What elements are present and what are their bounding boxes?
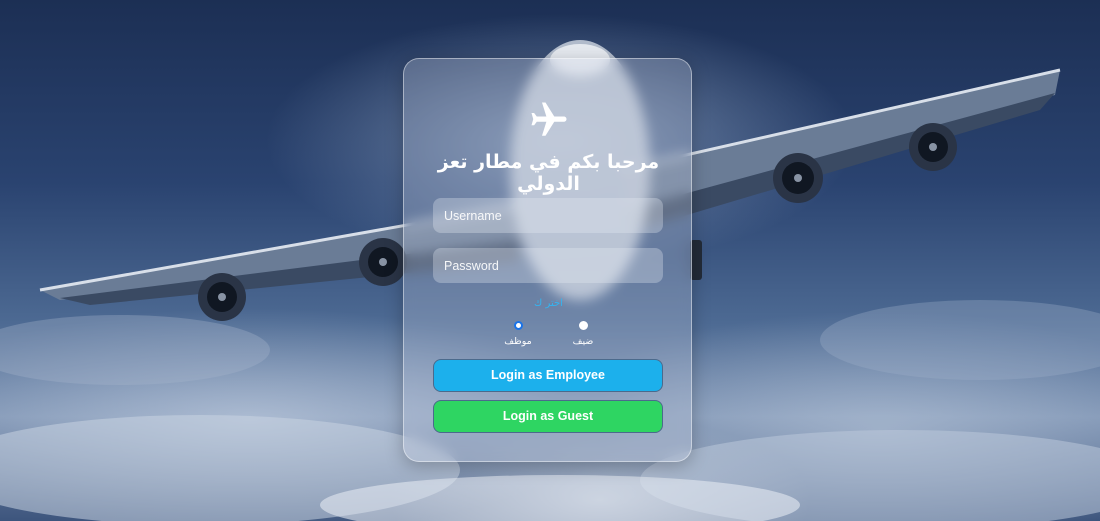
guest-radio-label: ضيف (572, 336, 594, 347)
page-title: مرحبا بكم في مطار تعز الدولي (437, 151, 660, 195)
role-option-employee[interactable]: موظف (493, 321, 543, 347)
login-card: مرحبا بكم في مطار تعز الدولي اختر ك موظف… (403, 58, 692, 462)
login-guest-button[interactable]: Login as Guest (433, 400, 663, 433)
role-option-guest[interactable]: ضيف (558, 321, 608, 347)
choose-role-label: اختر ك (534, 298, 563, 309)
password-input[interactable] (433, 248, 663, 283)
login-employee-button[interactable]: Login as Employee (433, 359, 663, 392)
username-input[interactable] (433, 198, 663, 233)
employee-radio-label: موظف (504, 336, 532, 347)
guest-radio-button[interactable] (578, 321, 588, 330)
employee-radio-button[interactable] (513, 321, 523, 330)
airplane-icon (531, 102, 567, 136)
